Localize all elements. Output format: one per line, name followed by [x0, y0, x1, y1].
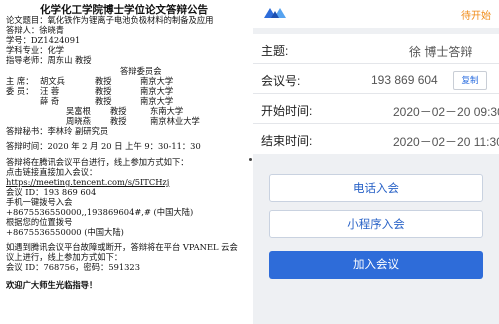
student-id: 学号：DZ1424091	[6, 35, 81, 45]
committee-role: 委 员：	[6, 86, 34, 96]
meeting-number-label: 会议号:	[261, 74, 301, 88]
end-time-label: 结束时间:	[261, 134, 313, 148]
committee-title: 教授	[110, 106, 127, 116]
phone-join-label: 手机一键拨号入会	[6, 197, 73, 207]
committee-name: 薛 奇	[40, 96, 60, 106]
committee-name: 周晓燕	[66, 116, 91, 126]
defense-time: 答辩时间：2020 年 2 月 20 日 上午 9：30-11：30	[6, 141, 201, 151]
committee-title: 教授	[95, 86, 112, 96]
divider-dot	[249, 158, 252, 161]
major: 学科专业：化学	[6, 45, 65, 55]
tencent-meeting-logo-icon	[264, 8, 286, 18]
end-time-row: 结束时间: 2020－02－20 11:30	[253, 124, 499, 154]
miniprogram-join-button[interactable]: 小程序入会	[269, 210, 483, 238]
committee-title: 教授	[110, 116, 127, 126]
start-time-label: 开始时间:	[261, 104, 313, 118]
start-time-row: 开始时间: 2020－02－20 09:30	[253, 94, 499, 124]
committee-org: 南京大学	[140, 96, 174, 106]
welcome-note: 欢迎广大师生光临指导！	[6, 280, 98, 290]
phone-numbers: +8675536550000,,193869604#,# (中国大陆)	[6, 207, 194, 217]
location-number: +8675536550000 (中国大陆)	[6, 227, 124, 237]
meeting-info-card: 主题: 徐 博士答辩 会议号: 193 869 604 复制 开始时间: 202…	[253, 34, 499, 154]
meeting-app: 待开始 主题: 徐 博士答辩 会议号: 193 869 604 复制 开始时间:…	[253, 0, 499, 324]
end-time-value: 2020－02－20 11:30	[393, 135, 499, 149]
committee-name: 吴富根	[66, 106, 91, 116]
committee-title: 教授	[95, 96, 112, 106]
committee-heading: 答辩委员会	[120, 66, 162, 76]
secretary: 答辩秘书：李林玲 副研究员	[6, 126, 109, 136]
phone-join-button[interactable]: 电话入会	[269, 174, 483, 202]
topic-value: 徐 博士答辩	[409, 45, 473, 59]
committee-org: 南京林业大学	[150, 116, 200, 126]
advisor: 指导老师：周东山 教授	[6, 55, 92, 65]
committee-title: 教授	[95, 76, 112, 86]
online-note: 答辩将在腾讯会议平台进行，线上参加方式如下：	[6, 157, 189, 167]
meeting-status: 待开始	[461, 11, 491, 22]
committee-name: 汪 蓉	[40, 86, 60, 96]
topic-label: 主题:	[261, 44, 289, 58]
announcement-document: 化学化工学院博士学位论文答辩公告 论文题目：氧化铁作为锂离子电池负极材料的制备及…	[0, 0, 248, 324]
doc-meeting-id: 会议 ID：193 869 604	[6, 187, 97, 197]
start-time-value: 2020－02－20 09:30	[393, 105, 499, 119]
copy-button[interactable]: 复制	[453, 71, 487, 90]
committee-org: 东南大学	[150, 106, 184, 116]
meeting-number: 193 869 604	[371, 73, 438, 87]
join-meeting-button[interactable]: 加入会议	[269, 251, 483, 279]
committee-role: 主 席：	[6, 76, 34, 86]
location-dial-label: 根据您的位置拨号	[6, 217, 73, 227]
meeting-number-row: 会议号: 193 869 604 复制	[253, 64, 499, 94]
committee-org: 南京大学	[140, 76, 174, 86]
vpanel-id: 会议 ID：768756，密码：591323	[6, 262, 140, 272]
app-header: 待开始	[253, 0, 499, 28]
committee-name: 胡文兵	[40, 76, 65, 86]
meeting-link[interactable]: https://meeting.tencent.com/s/5ITCHzj	[6, 177, 169, 187]
committee-org: 南京大学	[140, 86, 174, 96]
link-join-label: 点击链接直接加入会议：	[6, 167, 98, 177]
thesis-title: 论文题目：氧化铁作为锂离子电池负极材料的制备及应用	[6, 15, 214, 25]
author: 答辩人：徐晓青	[6, 25, 65, 35]
topic-row: 主题: 徐 博士答辩	[253, 34, 499, 64]
reconnect-note: 如遇到腾讯会议平台故障或断开，答辩将在平台 VPANEL 云会议上进行，线上参加…	[6, 242, 238, 262]
